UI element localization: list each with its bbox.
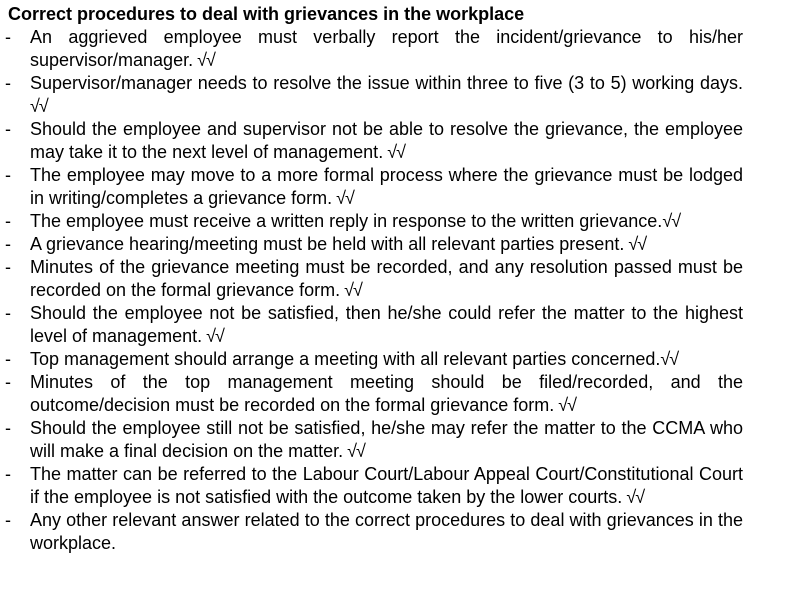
bullet-dash: - (5, 303, 11, 323)
tick-marks: √√ (554, 395, 577, 415)
item-text: Should the employee still not be satisfi… (30, 418, 743, 461)
bullet-dash: - (5, 27, 11, 47)
list-item: - An aggrieved employee must verbally rep… (5, 26, 743, 72)
item-text: A grievance hearing/meeting must be held… (30, 234, 625, 254)
tick-marks: √√ (202, 326, 225, 346)
list-item: - The matter can be referred to the Labou… (5, 463, 743, 509)
bullet-dash: - (5, 418, 11, 438)
list-item: - Supervisor/manager needs to resolve the… (5, 72, 743, 118)
item-text: Minutes of the grievance meeting must be… (30, 257, 743, 300)
list-item: - The employee may move to a more formal … (5, 164, 743, 210)
item-text: Supervisor/manager needs to resolve the … (30, 73, 743, 93)
list-item: - Any other relevant answer related to th… (5, 509, 743, 555)
item-text: Any other relevant answer related to the… (30, 510, 743, 553)
bullet-dash: - (5, 211, 11, 231)
bullet-dash: - (5, 119, 11, 139)
tick-marks: √√ (343, 441, 366, 461)
list-item: - Should the employee not be satisfied, t… (5, 302, 743, 348)
tick-marks: √√ (332, 188, 355, 208)
tick-marks: √√ (193, 50, 216, 70)
list-item: - The employee must receive a written rep… (5, 210, 743, 233)
bullet-dash: - (5, 464, 11, 484)
list-item: - Should the employee and supervisor not … (5, 118, 743, 164)
tick-marks: √√ (622, 487, 645, 507)
bullet-dash: - (5, 73, 11, 93)
tick-marks: √√ (660, 349, 679, 369)
item-text: The employee may move to a more formal p… (30, 165, 743, 208)
item-text: Should the employee not be satisfied, th… (30, 303, 743, 346)
bullet-dash: - (5, 257, 11, 277)
item-text: Top management should arrange a meeting … (30, 349, 661, 369)
bullet-dash: - (5, 165, 11, 185)
list-item: - Top management should arrange a meeting… (5, 348, 743, 371)
tick-marks: √√ (30, 96, 49, 116)
bullet-dash: - (5, 234, 11, 254)
bullet-dash: - (5, 349, 11, 369)
list-item: - Minutes of the grievance meeting must b… (5, 256, 743, 302)
tick-marks: √√ (383, 142, 406, 162)
bullet-dash: - (5, 510, 11, 530)
list-item: -A grievance hearing/meeting must be hel… (5, 233, 743, 256)
bullet-dash: - (5, 372, 11, 392)
tick-marks: √√ (340, 280, 363, 300)
list-item: - Should the employee still not be satisf… (5, 417, 743, 463)
tick-marks: √√ (624, 234, 647, 254)
procedure-list: - An aggrieved employee must verbally rep… (5, 26, 809, 555)
item-text: An aggrieved employee must verbally repo… (30, 27, 743, 70)
document-page: Correct procedures to deal with grievanc… (0, 0, 809, 602)
item-text: Minutes of the top management meeting sh… (30, 372, 743, 415)
section-title: Correct procedures to deal with grievanc… (8, 4, 525, 24)
item-text: The employee must receive a written repl… (30, 211, 663, 231)
tick-marks: √√ (662, 211, 681, 231)
list-item: - Minutes of the top management meeting s… (5, 371, 743, 417)
